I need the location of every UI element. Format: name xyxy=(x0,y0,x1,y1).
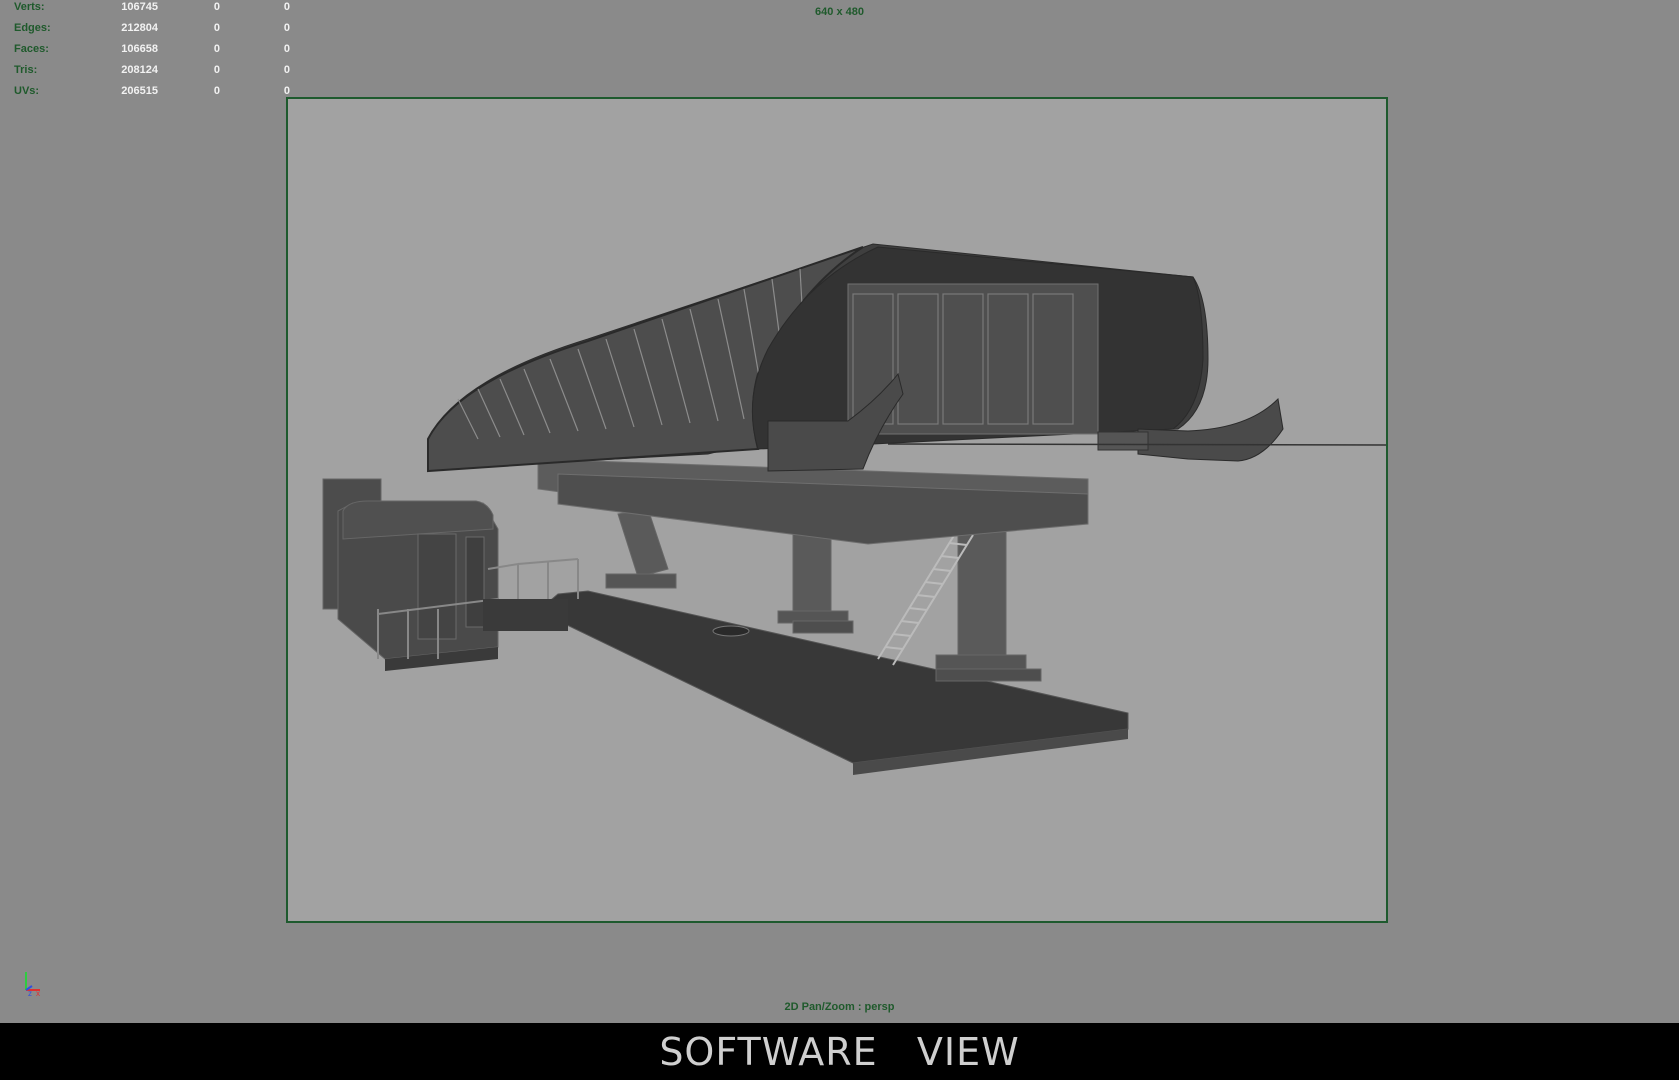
axis-z-label: z xyxy=(28,989,32,998)
hud-value: 212804 xyxy=(121,22,158,34)
hud-value: 0 xyxy=(283,43,290,55)
hud-value: 0 xyxy=(213,22,220,34)
station-undercarriage xyxy=(537,458,1089,545)
resolution-gate[interactable] xyxy=(286,97,1388,923)
maya-viewport[interactable]: Verts: 106745 0 0 Edges: 212804 0 0 Face… xyxy=(0,0,1679,1023)
hud-label: Faces: xyxy=(14,43,49,55)
haul-cable xyxy=(887,443,1386,446)
drain-hole xyxy=(712,625,750,637)
footer-title: SOFTWARE VIEW xyxy=(659,1029,1020,1074)
view-axis-gizmo: z x xyxy=(20,968,46,998)
hud-value: 0 xyxy=(283,85,290,97)
hud-value: 106658 xyxy=(121,43,158,55)
hud-value: 0 xyxy=(213,85,220,97)
hud-value: 0 xyxy=(213,64,220,76)
hud-value: 206515 xyxy=(121,85,158,97)
operator-cabin xyxy=(322,478,579,671)
footer-banner: SOFTWARE VIEW xyxy=(0,1023,1679,1080)
resolution-gate-label: 640 x 480 xyxy=(0,6,1679,18)
hud-label: UVs: xyxy=(14,85,40,97)
hud-value: 208124 xyxy=(121,64,158,76)
hud-value: 0 xyxy=(283,64,290,76)
camera-label: 2D Pan/Zoom : persp xyxy=(0,1001,1679,1013)
ski-lift-station-model[interactable] xyxy=(288,99,1388,923)
hud-value: 0 xyxy=(213,43,220,55)
axis-x-label: x xyxy=(36,989,40,998)
hud-value: 0 xyxy=(283,22,290,34)
hud-label: Tris: xyxy=(14,64,38,76)
hud-label: Edges: xyxy=(14,22,51,34)
resolution-text: 640 x 480 xyxy=(815,6,864,18)
camera-label-text: 2D Pan/Zoom : persp xyxy=(784,1001,895,1013)
